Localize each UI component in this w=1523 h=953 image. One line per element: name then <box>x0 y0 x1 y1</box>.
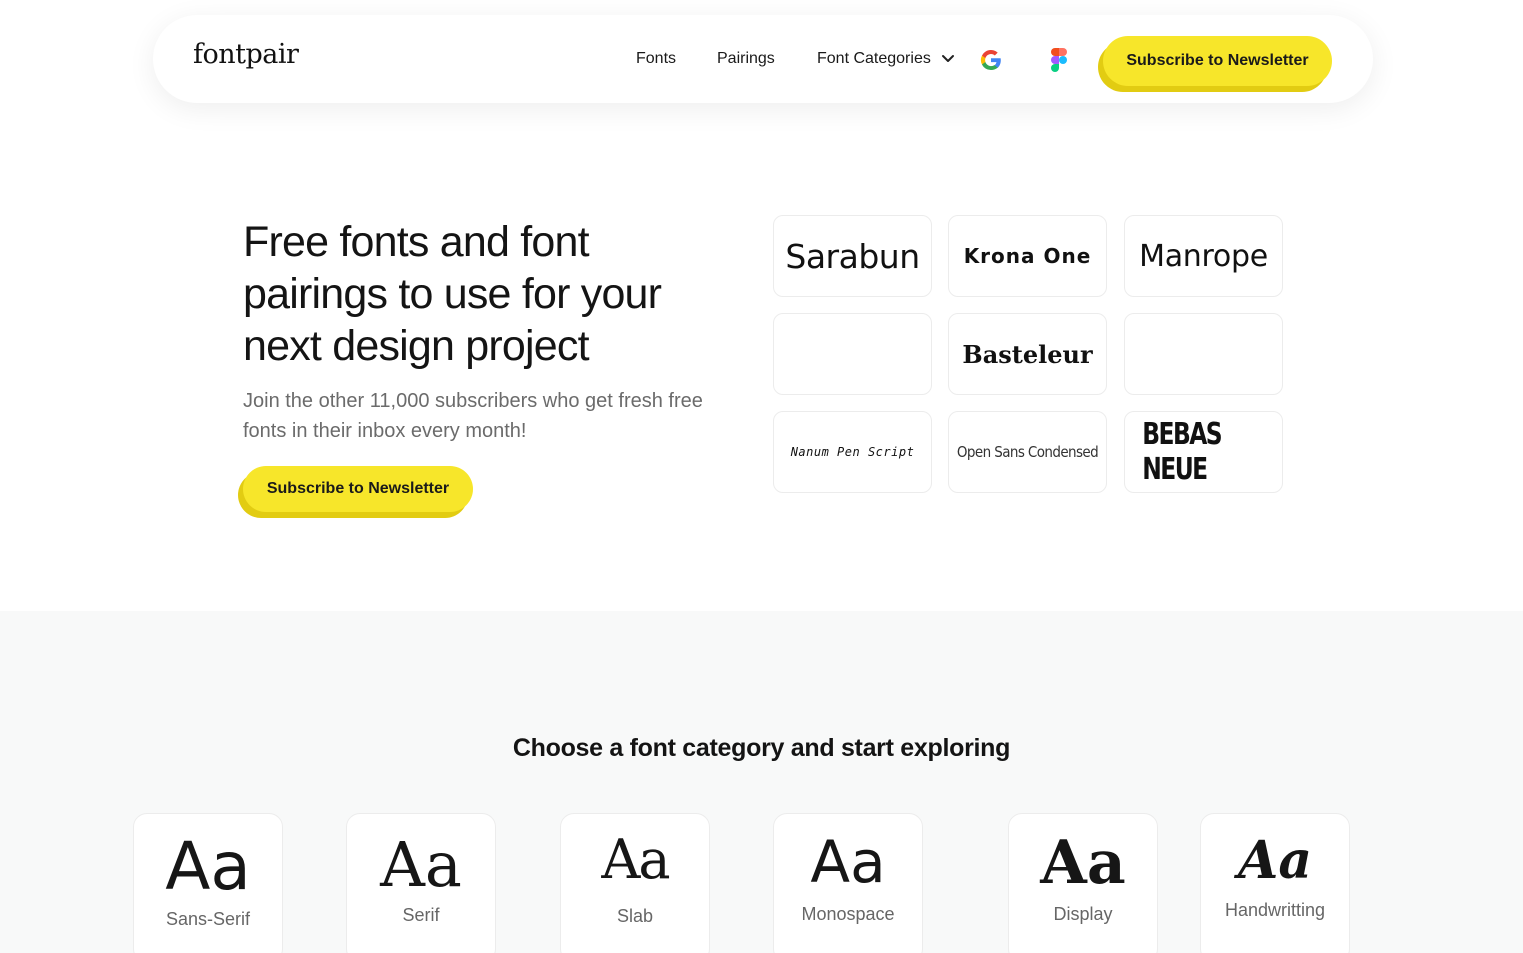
font-tile-empty[interactable] <box>1124 313 1283 395</box>
font-tile-open-sans-condensed[interactable]: Open Sans Condensed <box>948 411 1107 493</box>
category-sample: Aa <box>1040 828 1126 898</box>
category-sample: Aa <box>1237 830 1313 891</box>
font-tile-nanum-pen-script[interactable]: Nanum Pen Script <box>773 411 932 493</box>
hero-title: Free fonts and font pairings to use for … <box>243 218 662 370</box>
font-tile-bebas-neue[interactable]: BEBAS NEUE <box>1124 411 1283 493</box>
hero-subtitle: Join the other 11,000 subscribers who ge… <box>243 390 703 442</box>
figma-icon[interactable] <box>1051 48 1067 72</box>
category-sample: Aa <box>601 828 670 891</box>
category-sample: Aa <box>810 828 886 896</box>
category-label: Monospace <box>801 904 895 924</box>
category-card-handwriting[interactable]: Aa Handwritting <box>1200 813 1350 953</box>
category-card-display[interactable]: Aa Display <box>1008 813 1158 953</box>
font-tile-label: BEBAS NEUE <box>1142 417 1222 487</box>
font-tile-krona-one[interactable]: Krona One <box>948 215 1107 297</box>
category-card-slab[interactable]: Aa Slab <box>560 813 710 953</box>
category-sample: Aa <box>165 828 251 905</box>
font-tile-sarabun[interactable]: Sarabun <box>773 215 932 297</box>
category-heading: Choose a font category and start explori… <box>512 734 1011 762</box>
category-label: Handwritting <box>1224 900 1326 920</box>
google-icon[interactable] <box>979 48 1003 72</box>
font-tile-basteleur[interactable]: Basteleur <box>948 313 1107 395</box>
nav-link-fonts[interactable]: Fonts <box>636 50 676 68</box>
category-card-serif[interactable]: Aa Serif <box>346 813 496 953</box>
hero-subscribe-button[interactable]: Subscribe to Newsletter <box>243 466 473 512</box>
fontpair-logo[interactable]: fontpair <box>193 39 299 70</box>
chevron-down-icon[interactable] <box>941 52 955 66</box>
category-label: Sans-Serif <box>165 909 251 929</box>
subscribe-newsletter-button[interactable]: Subscribe to Newsletter <box>1103 36 1332 86</box>
category-sample: Aa <box>380 828 462 901</box>
category-label: Serif <box>402 905 440 925</box>
nav-link-font-categories[interactable]: Font Categories <box>817 50 931 68</box>
category-card-sans-serif[interactable]: Aa Sans-Serif <box>133 813 283 953</box>
category-section: Choose a font category and start explori… <box>0 611 1523 953</box>
font-tile-empty[interactable] <box>773 313 932 395</box>
nav-link-pairings[interactable]: Pairings <box>717 50 775 68</box>
category-label: Display <box>1053 904 1113 924</box>
font-tile-manrope[interactable]: Manrope <box>1124 215 1283 297</box>
category-label: Slab <box>616 906 654 926</box>
top-navbar: fontpair Fonts Pairings Font Categories … <box>153 15 1373 103</box>
category-card-monospace[interactable]: Aa Monospace <box>773 813 923 953</box>
